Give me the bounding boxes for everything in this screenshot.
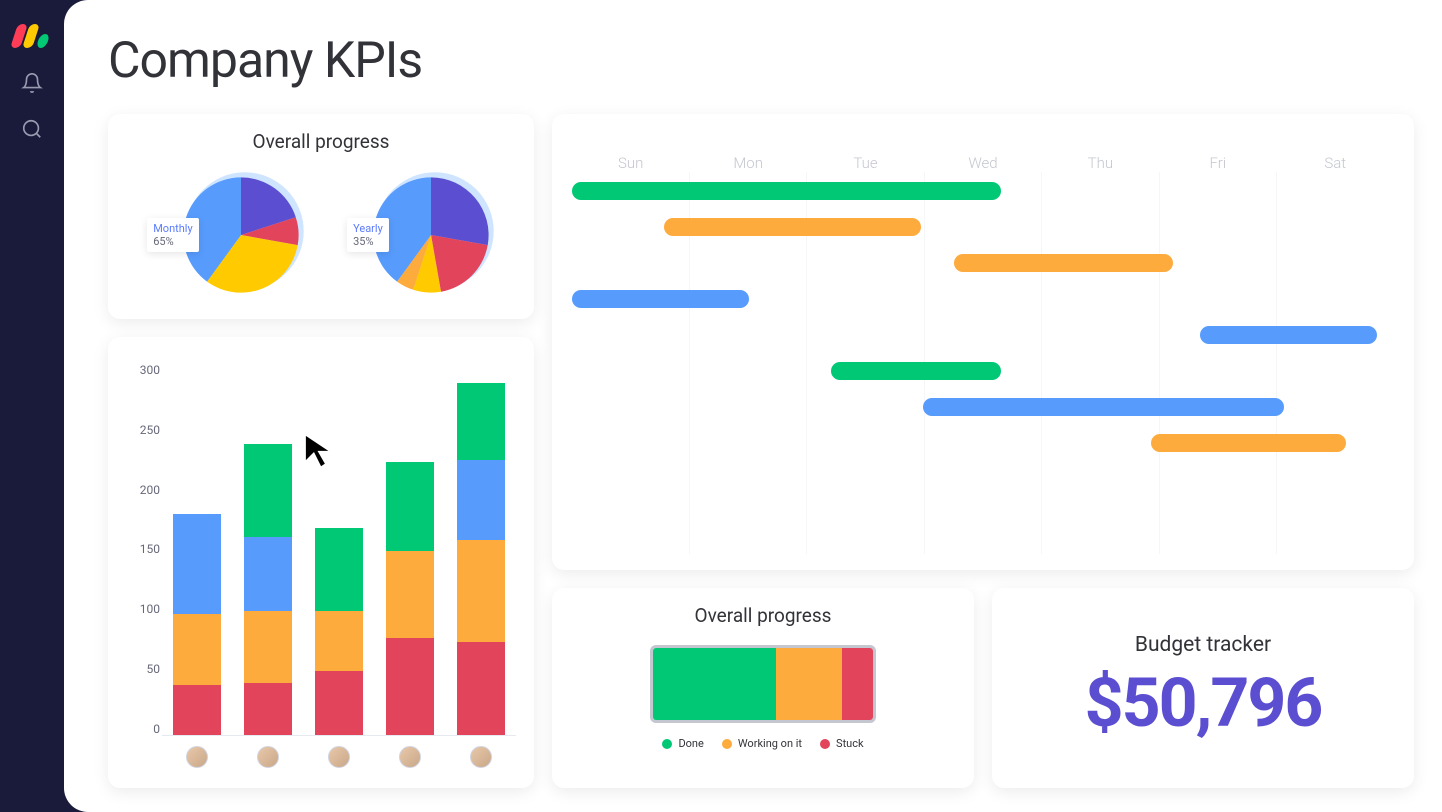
day-label: Mon: [689, 154, 806, 172]
day-label: Sat: [1277, 154, 1394, 172]
timeline-body[interactable]: [552, 172, 1414, 554]
timeline-bar[interactable]: [923, 398, 1284, 416]
y-tick: 150: [126, 542, 160, 556]
battery-segment: [653, 648, 776, 720]
avatar[interactable]: [257, 746, 279, 768]
y-tick: 100: [126, 602, 160, 616]
pie-callout: Yearly 35%: [347, 218, 389, 252]
bell-icon[interactable]: [21, 72, 43, 94]
bar-segment: [244, 611, 292, 683]
card-title: Budget tracker: [1135, 633, 1271, 657]
timeline-header: SunMonTueWedThuFriSat: [552, 154, 1414, 172]
dashboard-grid: Overall progress Monthly 65%: [108, 114, 1414, 788]
legend-item: Stuck: [820, 737, 864, 750]
bar-segment: [386, 462, 434, 551]
timeline-bar[interactable]: [1151, 434, 1346, 452]
timeline-bar[interactable]: [954, 254, 1174, 272]
timeline-bar[interactable]: [664, 218, 921, 236]
avatar[interactable]: [186, 746, 208, 768]
avatar[interactable]: [470, 746, 492, 768]
bar-column[interactable]: [457, 363, 505, 735]
legend: Done Working on it Stuck: [570, 737, 956, 750]
timeline-bar[interactable]: [831, 362, 1001, 380]
bar-segment: [457, 540, 505, 642]
battery-chart[interactable]: [650, 645, 876, 723]
bar-segment: [244, 683, 292, 735]
day-label: Wed: [924, 154, 1041, 172]
sidebar: [0, 0, 64, 812]
timeline-bar[interactable]: [1200, 326, 1377, 344]
brand-logo-icon: [14, 24, 50, 48]
bar-segment: [173, 685, 221, 735]
bar-segment: [457, 383, 505, 460]
timeline-card: SunMonTueWedThuFriSat: [552, 114, 1414, 570]
day-label: Fri: [1159, 154, 1276, 172]
y-tick: 0: [126, 722, 160, 736]
timeline-bar[interactable]: [572, 290, 749, 308]
legend-dot: [662, 739, 672, 749]
budget-amount: $50,796: [1085, 663, 1322, 743]
pie-monthly[interactable]: Monthly 65%: [147, 171, 305, 299]
bar-segment: [173, 514, 221, 613]
bar-column[interactable]: [244, 363, 292, 735]
main-content: Company KPIs Overall progress Monthly 65…: [64, 0, 1442, 812]
bar-segment: [244, 537, 292, 611]
overall-progress-battery-card: Overall progress Done Working on it Stuck: [552, 588, 974, 788]
bar-segment: [457, 460, 505, 541]
timeline-bar[interactable]: [572, 182, 1001, 200]
day-label: Tue: [807, 154, 924, 172]
budget-tracker-card: Budget tracker $50,796: [992, 588, 1414, 788]
bottom-right-row: Overall progress DoneWorking on itStuck …: [552, 588, 1414, 788]
avatar[interactable]: [328, 746, 350, 768]
y-tick: 50: [126, 662, 160, 676]
x-axis-avatars: [162, 742, 516, 772]
bar-segment: [315, 671, 363, 735]
bar-column[interactable]: [173, 363, 221, 735]
legend-item: Working on it: [722, 737, 802, 750]
legend-dot: [820, 739, 830, 749]
battery-segment: [842, 648, 873, 720]
bar-segment: [244, 444, 292, 537]
y-tick: 300: [126, 363, 160, 377]
legend-dot: [722, 739, 732, 749]
pie-yearly[interactable]: Yearly 35%: [347, 171, 495, 299]
day-label: Thu: [1042, 154, 1159, 172]
pie-callout: Monthly 65%: [147, 218, 199, 252]
card-title: Overall progress: [570, 604, 956, 627]
stacked-bar-card: 300 250 200 150 100 50 0: [108, 337, 534, 788]
bar-segment: [173, 614, 221, 686]
bar-segment: [457, 642, 505, 735]
y-axis: 300 250 200 150 100 50 0: [126, 363, 160, 736]
y-tick: 250: [126, 423, 160, 437]
day-label: Sun: [572, 154, 689, 172]
stacked-bar-chart[interactable]: 300 250 200 150 100 50 0: [126, 353, 516, 772]
card-title: Overall progress: [126, 130, 516, 153]
legend-item: Done: [662, 737, 703, 750]
bars-area: [162, 363, 516, 736]
battery-segment: [776, 648, 842, 720]
bar-column[interactable]: [386, 363, 434, 735]
avatar[interactable]: [399, 746, 421, 768]
bar-segment: [386, 551, 434, 638]
page-title: Company KPIs: [108, 32, 1414, 90]
bar-segment: [315, 528, 363, 611]
y-tick: 200: [126, 483, 160, 497]
bar-column[interactable]: [315, 363, 363, 735]
bar-segment: [386, 638, 434, 735]
overall-progress-pie-card: Overall progress Monthly 65%: [108, 114, 534, 319]
search-icon[interactable]: [21, 118, 43, 140]
bar-segment: [315, 611, 363, 671]
